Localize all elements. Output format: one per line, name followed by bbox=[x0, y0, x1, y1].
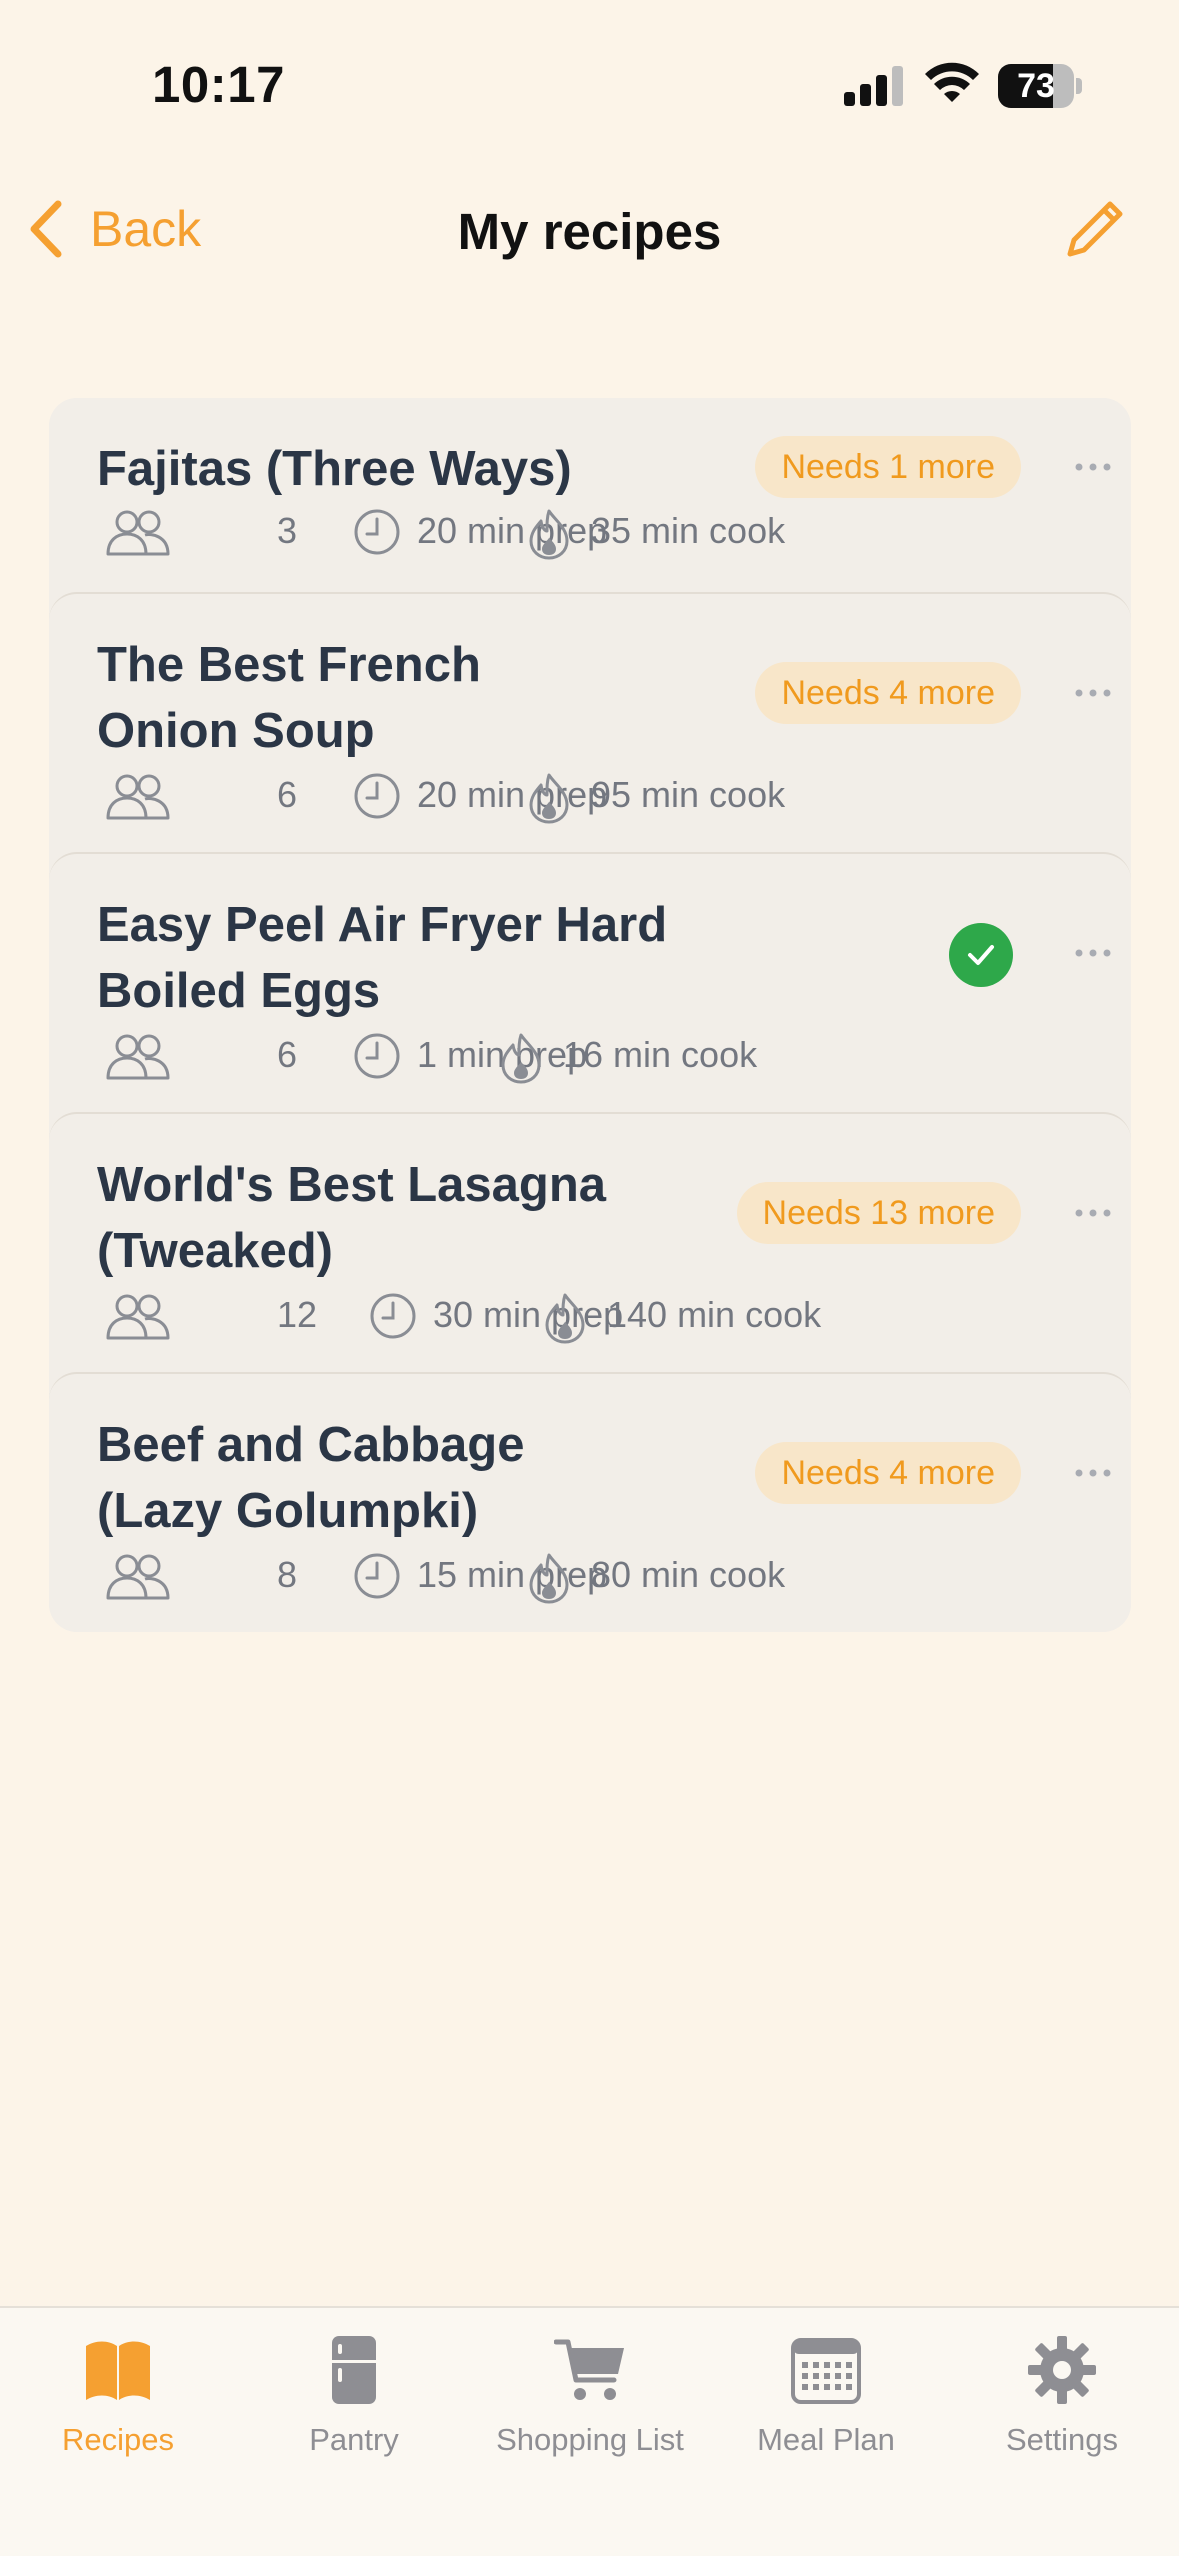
needs-more-badge: Needs 13 more bbox=[736, 1182, 1021, 1244]
status-bar: 10:17 73 bbox=[0, 0, 1179, 150]
more-options-icon[interactable] bbox=[1063, 1458, 1123, 1488]
flame-icon bbox=[541, 1292, 589, 1349]
clock-icon bbox=[369, 1292, 417, 1345]
cook-time: 95 min cook bbox=[591, 774, 786, 815]
recipe-title: (Lazy Golumpki) bbox=[97, 1484, 479, 1538]
servings-count: 6 bbox=[277, 774, 298, 815]
home-indicator bbox=[393, 2520, 786, 2534]
clock-icon bbox=[353, 1552, 401, 1605]
more-options-icon[interactable] bbox=[1063, 938, 1123, 968]
cook-time: 80 min cook bbox=[591, 1554, 786, 1595]
tab-pantry[interactable]: Pantry bbox=[236, 2322, 472, 2472]
tab-label: Settings bbox=[1005, 2422, 1118, 2457]
clock-icon bbox=[353, 772, 401, 825]
servings-count: 8 bbox=[277, 1554, 298, 1595]
recipe-meta: 12 30 min prep 140 min cook bbox=[105, 1286, 1105, 1346]
recipe-row[interactable]: Beef and Cabbage (Lazy Golumpki) Needs 4 m… bbox=[49, 1372, 1131, 1632]
recipe-title: Onion Soup bbox=[97, 704, 375, 758]
flame-icon bbox=[497, 1032, 545, 1089]
cellular-signal-icon bbox=[844, 66, 903, 106]
screen: 10:17 73 Back My recipes Fajitas (Three … bbox=[0, 0, 1179, 2556]
more-options-icon[interactable] bbox=[1063, 1198, 1123, 1228]
tab-label: Pantry bbox=[309, 2422, 399, 2457]
flame-icon bbox=[525, 1552, 573, 1609]
recipe-list: Fajitas (Three Ways) Needs 1 more 3 20 min … bbox=[49, 398, 1131, 1632]
more-options-icon[interactable] bbox=[1063, 678, 1123, 708]
pencil-icon[interactable] bbox=[1064, 196, 1128, 260]
needs-more-badge: Needs 1 more bbox=[755, 436, 1021, 498]
prep-time: 20 min prep bbox=[417, 774, 608, 815]
recipe-meta: 8 15 min prep 80 min cook bbox=[105, 1546, 1105, 1606]
flame-icon bbox=[525, 508, 573, 565]
page-title: My recipes bbox=[457, 203, 722, 260]
people-icon bbox=[105, 772, 171, 825]
servings-count: 12 bbox=[277, 1294, 318, 1335]
tab-meal-plan[interactable]: Meal Plan bbox=[708, 2322, 944, 2472]
recipe-title: Boiled Eggs bbox=[97, 964, 381, 1018]
needs-more-badge: Needs 4 more bbox=[755, 1442, 1021, 1504]
calendar-icon bbox=[790, 2334, 862, 2406]
recipe-meta: 61 min prep 16 min cook bbox=[105, 1026, 1105, 1086]
tab-label: Meal Plan bbox=[757, 2422, 895, 2457]
recipe-title: Beef and Cabbage bbox=[97, 1418, 525, 1472]
servings-count: 6 bbox=[277, 1034, 298, 1075]
tab-shopping-list[interactable]: Shopping List bbox=[472, 2322, 708, 2472]
recipe-title: (Tweaked) bbox=[97, 1224, 333, 1278]
recipe-row[interactable]: The Best French Onion Soup Needs 4 more 6 20… bbox=[49, 592, 1131, 852]
battery-level: 73 bbox=[1017, 67, 1055, 105]
flame-icon bbox=[525, 772, 573, 829]
status-time: 10:17 bbox=[152, 56, 285, 113]
clock-icon bbox=[353, 1032, 401, 1085]
cook-time: 16 min cook bbox=[563, 1034, 758, 1075]
tab-recipes[interactable]: Recipes bbox=[0, 2322, 236, 2472]
prep-time: 20 min prep bbox=[417, 510, 608, 551]
people-icon bbox=[105, 1032, 171, 1085]
tab-label: Recipes bbox=[62, 2422, 174, 2457]
servings-count: 3 bbox=[277, 510, 298, 551]
recipe-row[interactable]: World's Best Lasagna (Tweaked) Needs 13 mo… bbox=[49, 1112, 1131, 1372]
tab-settings[interactable]: Settings bbox=[944, 2322, 1179, 2472]
navigation-bar: Back My recipes bbox=[0, 180, 1179, 280]
recipe-title: Easy Peel Air Fryer Hard bbox=[97, 898, 668, 952]
wifi-icon bbox=[925, 62, 979, 102]
gear-icon bbox=[1026, 2334, 1098, 2406]
prep-time: 15 min prep bbox=[417, 1554, 608, 1595]
more-options-icon[interactable] bbox=[1063, 452, 1123, 482]
recipe-meta: 3 20 min prep 35 min cook bbox=[105, 502, 1105, 562]
recipe-title: World's Best Lasagna bbox=[97, 1158, 607, 1212]
tab-label: Shopping List bbox=[496, 2422, 684, 2457]
cart-icon bbox=[553, 2334, 626, 2406]
needs-more-badge: Needs 4 more bbox=[755, 662, 1021, 724]
recipe-row[interactable]: Easy Peel Air Fryer Hard Boiled Eggs 6 1 mi… bbox=[49, 852, 1131, 1112]
recipe-meta: 6 20 min prep 95 min cook bbox=[105, 766, 1105, 826]
fridge-icon bbox=[318, 2334, 390, 2406]
prep-time: 30 min prep bbox=[433, 1294, 624, 1335]
cook-time: 140 min cook bbox=[607, 1294, 822, 1335]
battery-indicator: 73 bbox=[998, 64, 1082, 108]
recipe-title: The Best French bbox=[97, 638, 481, 692]
book-icon bbox=[82, 2334, 154, 2406]
people-icon bbox=[105, 1552, 171, 1605]
people-icon bbox=[105, 1292, 171, 1345]
people-icon bbox=[105, 508, 171, 561]
checkmark-icon bbox=[949, 923, 1013, 987]
recipe-title: Fajitas (Three Ways) bbox=[97, 442, 572, 496]
cook-time: 35 min cook bbox=[591, 510, 786, 551]
clock-icon bbox=[353, 508, 401, 561]
tab-bar: Recipes Pantry Shopping List Meal Plan Setti… bbox=[0, 2306, 1179, 2556]
recipe-row[interactable]: Fajitas (Three Ways) Needs 1 more 3 20 min … bbox=[49, 398, 1131, 592]
